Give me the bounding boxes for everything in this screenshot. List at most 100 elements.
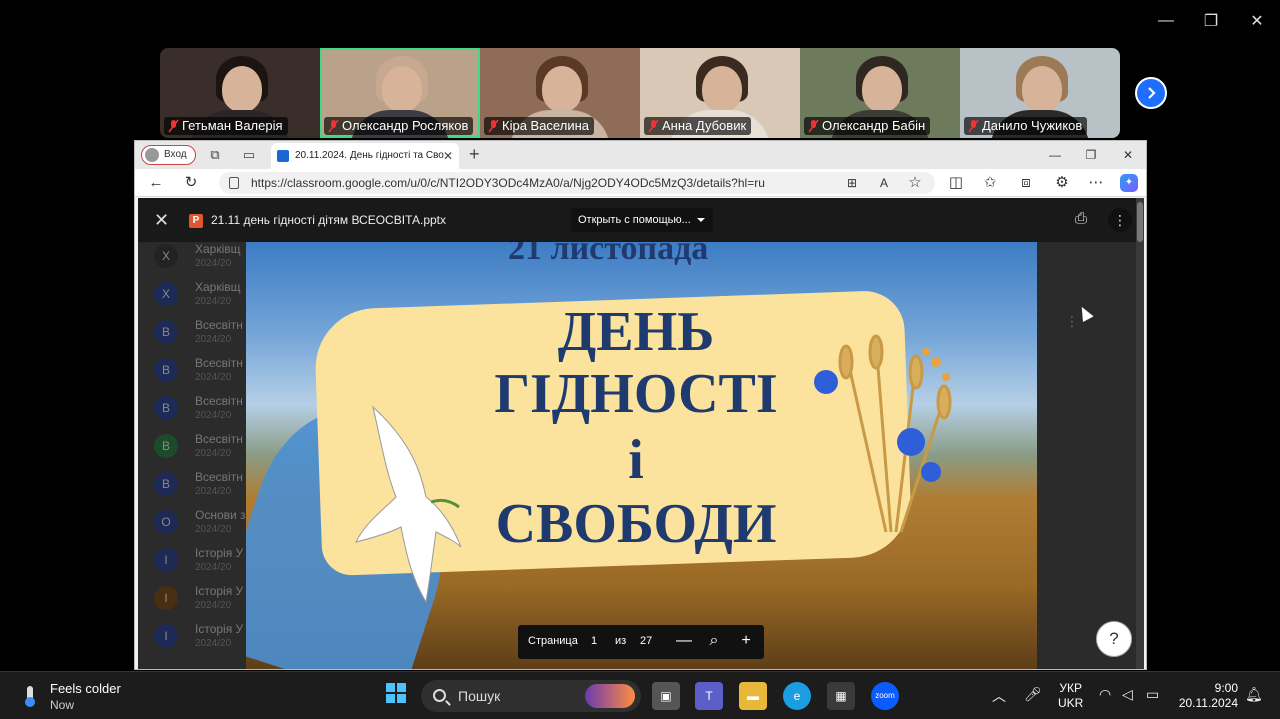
participant-tile[interactable]: Олександр Бабін	[800, 48, 960, 138]
new-tab-button[interactable]: +	[469, 145, 480, 163]
page-total: 27	[640, 635, 653, 647]
zoom-restore-button[interactable]: ❐	[1200, 10, 1222, 32]
store-icon[interactable]: ▦	[827, 682, 855, 710]
print-icon[interactable]: ⎙	[1072, 211, 1090, 227]
close-tab-icon[interactable]: ✕	[443, 143, 453, 169]
extensions-icon[interactable]: ⚙	[1053, 174, 1071, 192]
clock[interactable]: 9:00 20.11.2024	[1178, 681, 1238, 711]
more-menu-icon[interactable]: ⋯	[1087, 174, 1105, 192]
notification-bell-icon[interactable]: 🔔︎	[1245, 686, 1263, 703]
browser-minimize-button[interactable]: —	[1045, 145, 1065, 165]
participant-face	[382, 66, 422, 112]
address-bar: ← ↻ https://classroom.google.com/u/0/c/N…	[135, 169, 1146, 197]
participant-face	[222, 66, 262, 112]
mic-muted-icon	[808, 119, 819, 133]
page-of-label: из	[615, 635, 627, 647]
battery-icon[interactable]: ▭	[1146, 686, 1159, 703]
microphone-icon[interactable]: 🎤︎	[1024, 686, 1042, 703]
zoom-in-button[interactable]: +	[736, 631, 756, 651]
wifi-icon[interactable]: ◠	[1099, 686, 1111, 703]
edge-icon[interactable]: e	[783, 682, 811, 710]
list-item-avatar: X	[154, 244, 178, 268]
favorite-star-icon[interactable]: ☆	[906, 174, 924, 192]
list-item-date: 2024/20	[195, 448, 232, 459]
participant-tile[interactable]: Анна Дубовик	[640, 48, 800, 138]
classroom-favicon-icon	[277, 150, 289, 162]
clock-date: 20.11.2024	[1178, 696, 1238, 710]
participant-tile[interactable]: Гетьман Валерія	[160, 48, 320, 138]
zoom-minimize-button[interactable]: —	[1155, 10, 1177, 32]
favorites-icon[interactable]: ✩	[981, 174, 999, 192]
participant-name: Данило Чужиков	[982, 118, 1083, 133]
tab-actions-icon[interactable]: ▭	[241, 147, 257, 163]
powerpoint-file-icon: P	[189, 214, 203, 228]
volume-icon[interactable]: ◁	[1122, 686, 1133, 703]
mic-muted-icon	[328, 119, 339, 133]
profile-icon	[145, 148, 159, 162]
participant-name-label: Анна Дубовик	[644, 117, 752, 135]
chevron-right-icon	[1148, 87, 1156, 99]
task-view-icon[interactable]: ▣	[652, 682, 680, 710]
participant-name-label: Олександр Бабін	[804, 117, 931, 135]
zoom-app-icon[interactable]: zoom	[871, 682, 899, 710]
reload-icon[interactable]: ↻	[182, 174, 200, 192]
language-indicator[interactable]: УКР UKR	[1058, 681, 1083, 711]
browser-close-button[interactable]: ✕	[1118, 145, 1138, 165]
participant-name-label: Кіра Васелина	[484, 117, 594, 135]
split-screen-icon[interactable]: ◫	[947, 174, 965, 192]
copilot-icon[interactable]: ✦	[1120, 174, 1138, 192]
scrollbar-thumb[interactable]	[1137, 202, 1143, 242]
participant-tile[interactable]: Кіра Васелина	[480, 48, 640, 138]
more-vertical-icon[interactable]: ⋮	[1065, 313, 1079, 330]
page-label: Страница	[528, 635, 578, 647]
open-with-dropdown[interactable]: Открыть с помощью...	[571, 208, 713, 232]
language-bottom: UKR	[1058, 696, 1084, 710]
slide-title-line-4: СВОБОДИ	[495, 493, 777, 555]
file-explorer-icon[interactable]: ▬	[739, 682, 767, 710]
close-viewer-icon[interactable]: ✕	[154, 210, 169, 230]
profile-button[interactable]: Вход	[141, 145, 196, 165]
help-button[interactable]: ?	[1096, 621, 1132, 657]
tab-classroom[interactable]: 20.11.2024. День гідності та Сво ✕	[271, 143, 459, 169]
list-item-avatar: B	[154, 396, 178, 420]
participant-name: Гетьман Валерія	[182, 118, 283, 133]
read-aloud-icon[interactable]: A	[875, 174, 893, 192]
teams-icon[interactable]: T	[695, 682, 723, 710]
list-item-avatar: I	[154, 548, 178, 572]
list-item-avatar: B	[154, 358, 178, 382]
mic-muted-icon	[168, 119, 179, 133]
zoom-close-button[interactable]: ✕	[1246, 10, 1268, 32]
back-arrow-icon[interactable]: ←	[147, 174, 165, 192]
dove-icon	[355, 405, 461, 604]
list-item-avatar: O	[154, 510, 178, 534]
browser-restore-button[interactable]: ❐	[1081, 145, 1101, 165]
app-available-icon[interactable]: ⊞	[843, 174, 861, 192]
list-item-title: Всесвітн	[195, 356, 243, 370]
viewer-more-icon[interactable]: ⋮	[1108, 208, 1132, 232]
participant-tile[interactable]: Данило Чужиков	[960, 48, 1120, 138]
list-item-date: 2024/20	[195, 296, 232, 307]
participant-face	[1022, 66, 1062, 112]
viewer-scrollbar[interactable]	[1136, 198, 1144, 669]
tray-chevron-up-icon[interactable]: ︿	[992, 686, 1006, 706]
tab-title: 20.11.2024. День гідності та Сво	[295, 150, 444, 161]
list-item-title: Історія У	[195, 546, 244, 560]
collections-icon[interactable]: ⧈	[1017, 174, 1035, 192]
page-current[interactable]: 1	[591, 635, 597, 647]
weather-title[interactable]: Feels colder	[50, 681, 121, 696]
next-participants-button[interactable]	[1135, 77, 1167, 109]
clock-time: 9:00	[1214, 681, 1238, 695]
url-field[interactable]: https://classroom.google.com/u/0/c/NTI2O…	[219, 172, 935, 194]
taskbar-search[interactable]: Пошук	[421, 680, 641, 712]
windows-start-icon[interactable]	[382, 682, 410, 710]
list-item-title: Основи з	[195, 508, 246, 522]
participant-face	[542, 66, 582, 112]
participant-tile[interactable]: Олександр Росляков	[320, 48, 480, 138]
lock-icon	[229, 177, 239, 189]
workspaces-icon[interactable]: ⧉	[207, 147, 223, 163]
zoom-out-button[interactable]: —	[674, 631, 694, 651]
search-highlight-art	[585, 684, 635, 708]
slide-title-line-2: ГІДНОСТІ	[494, 363, 778, 425]
zoom-magnifier-icon[interactable]: ⌕	[704, 631, 724, 651]
list-item-title: Всесвітн	[195, 394, 243, 408]
